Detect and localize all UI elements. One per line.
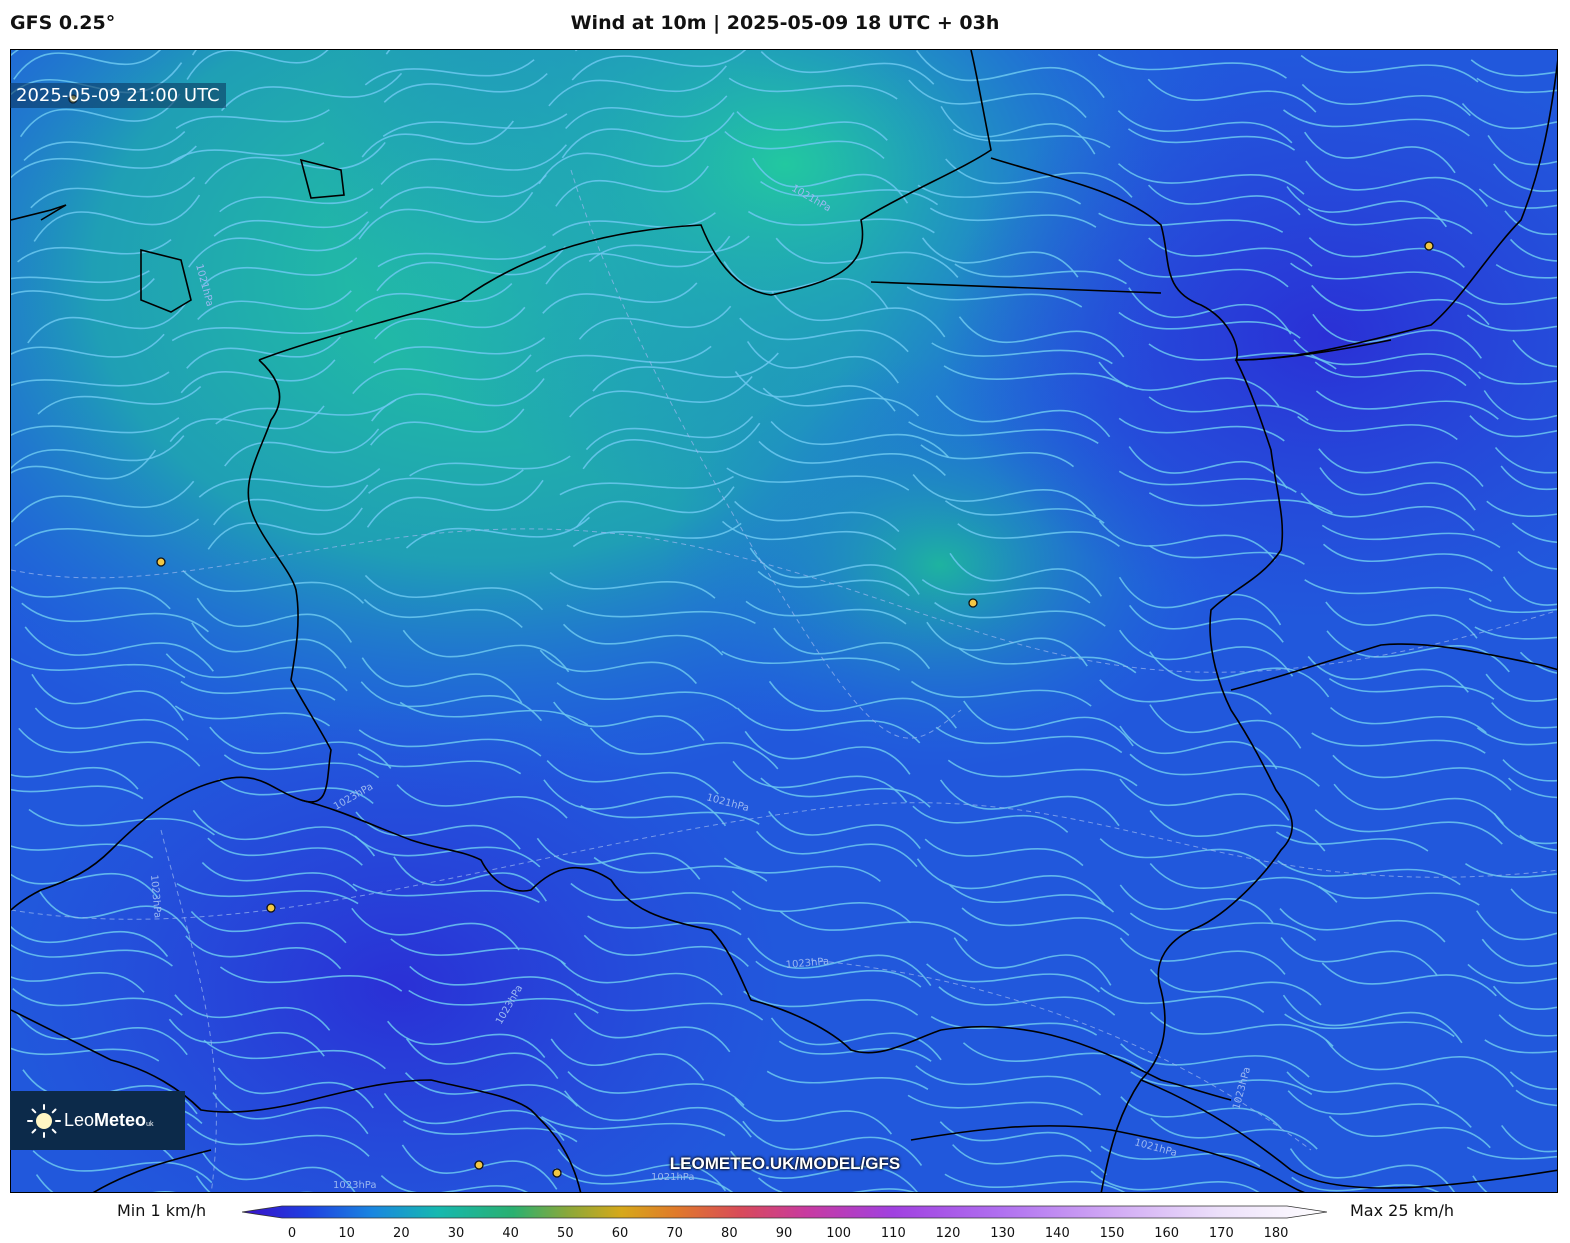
colorbar-tick-label: 170 [1208, 1226, 1234, 1241]
logo-suffix: uk [146, 1121, 154, 1128]
colorbar-tick-label: 20 [393, 1226, 410, 1241]
colorbar-tick-label: 120 [935, 1226, 961, 1241]
colorbar-tick-label: 10 [338, 1226, 355, 1241]
city-marker [1424, 241, 1434, 251]
wind-map: 1021hPa 1021hPa 1023hPa 1023hPa 1021hPa … [10, 49, 1558, 1193]
sun-icon [27, 1103, 61, 1138]
colorbar-ticks: 0 10 20 30 40 50 60 70 80 90 100 110 120 130 140 150 160… [0, 1226, 1570, 1242]
colorbar-tick-label: 150 [1099, 1226, 1125, 1241]
site-watermark: LEOMETEO.UK/MODEL/GFS [669, 1154, 901, 1173]
colorbar-min-label: Min 1 km/h [117, 1201, 207, 1220]
colorbar-tick-label: 60 [611, 1226, 629, 1241]
colorbar-tick-label: 110 [880, 1226, 906, 1241]
isobar-label: 1023hPa [333, 1180, 377, 1191]
logo-name-bold: Meteo [94, 1110, 147, 1130]
colorbar-tick-label: 130 [990, 1226, 1016, 1241]
colorbar-tick-label: 50 [557, 1226, 574, 1241]
city-marker [156, 557, 166, 567]
city-marker [266, 903, 276, 913]
colorbar-tick-label: 90 [775, 1226, 793, 1241]
colorbar-tick-label: 140 [1044, 1226, 1070, 1241]
colorbar-tick-label: 40 [502, 1226, 519, 1241]
logo-name-light: Leo [64, 1110, 95, 1130]
colorbar-tick-label: 180 [1263, 1226, 1289, 1241]
map-canvas: 1021hPa 1021hPa 1023hPa 1023hPa 1021hPa … [11, 50, 1557, 1192]
colorbar-tick-label: 0 [287, 1226, 297, 1241]
colorbar-tick-label: 160 [1154, 1226, 1180, 1241]
colorbar-max-label: Max 25 km/h [1350, 1201, 1454, 1220]
valid-time-label: 2025-05-09 21:00 UTC [10, 83, 226, 108]
colorbar-tick-label: 80 [721, 1226, 738, 1241]
chart-title: Wind at 10m | 2025-05-09 18 UTC + 03h [570, 12, 1000, 34]
colorbar-tick-label: 100 [826, 1226, 852, 1241]
wind-speed-colorbar [242, 1205, 1327, 1219]
colorbar-tick-label: 70 [666, 1226, 683, 1241]
colorbar-tick-label: 30 [447, 1226, 465, 1241]
logo-wordmark: LeoMeteouk [64, 1110, 153, 1131]
city-marker [968, 598, 978, 608]
leometeo-logo: LeoMeteouk [10, 1091, 185, 1150]
